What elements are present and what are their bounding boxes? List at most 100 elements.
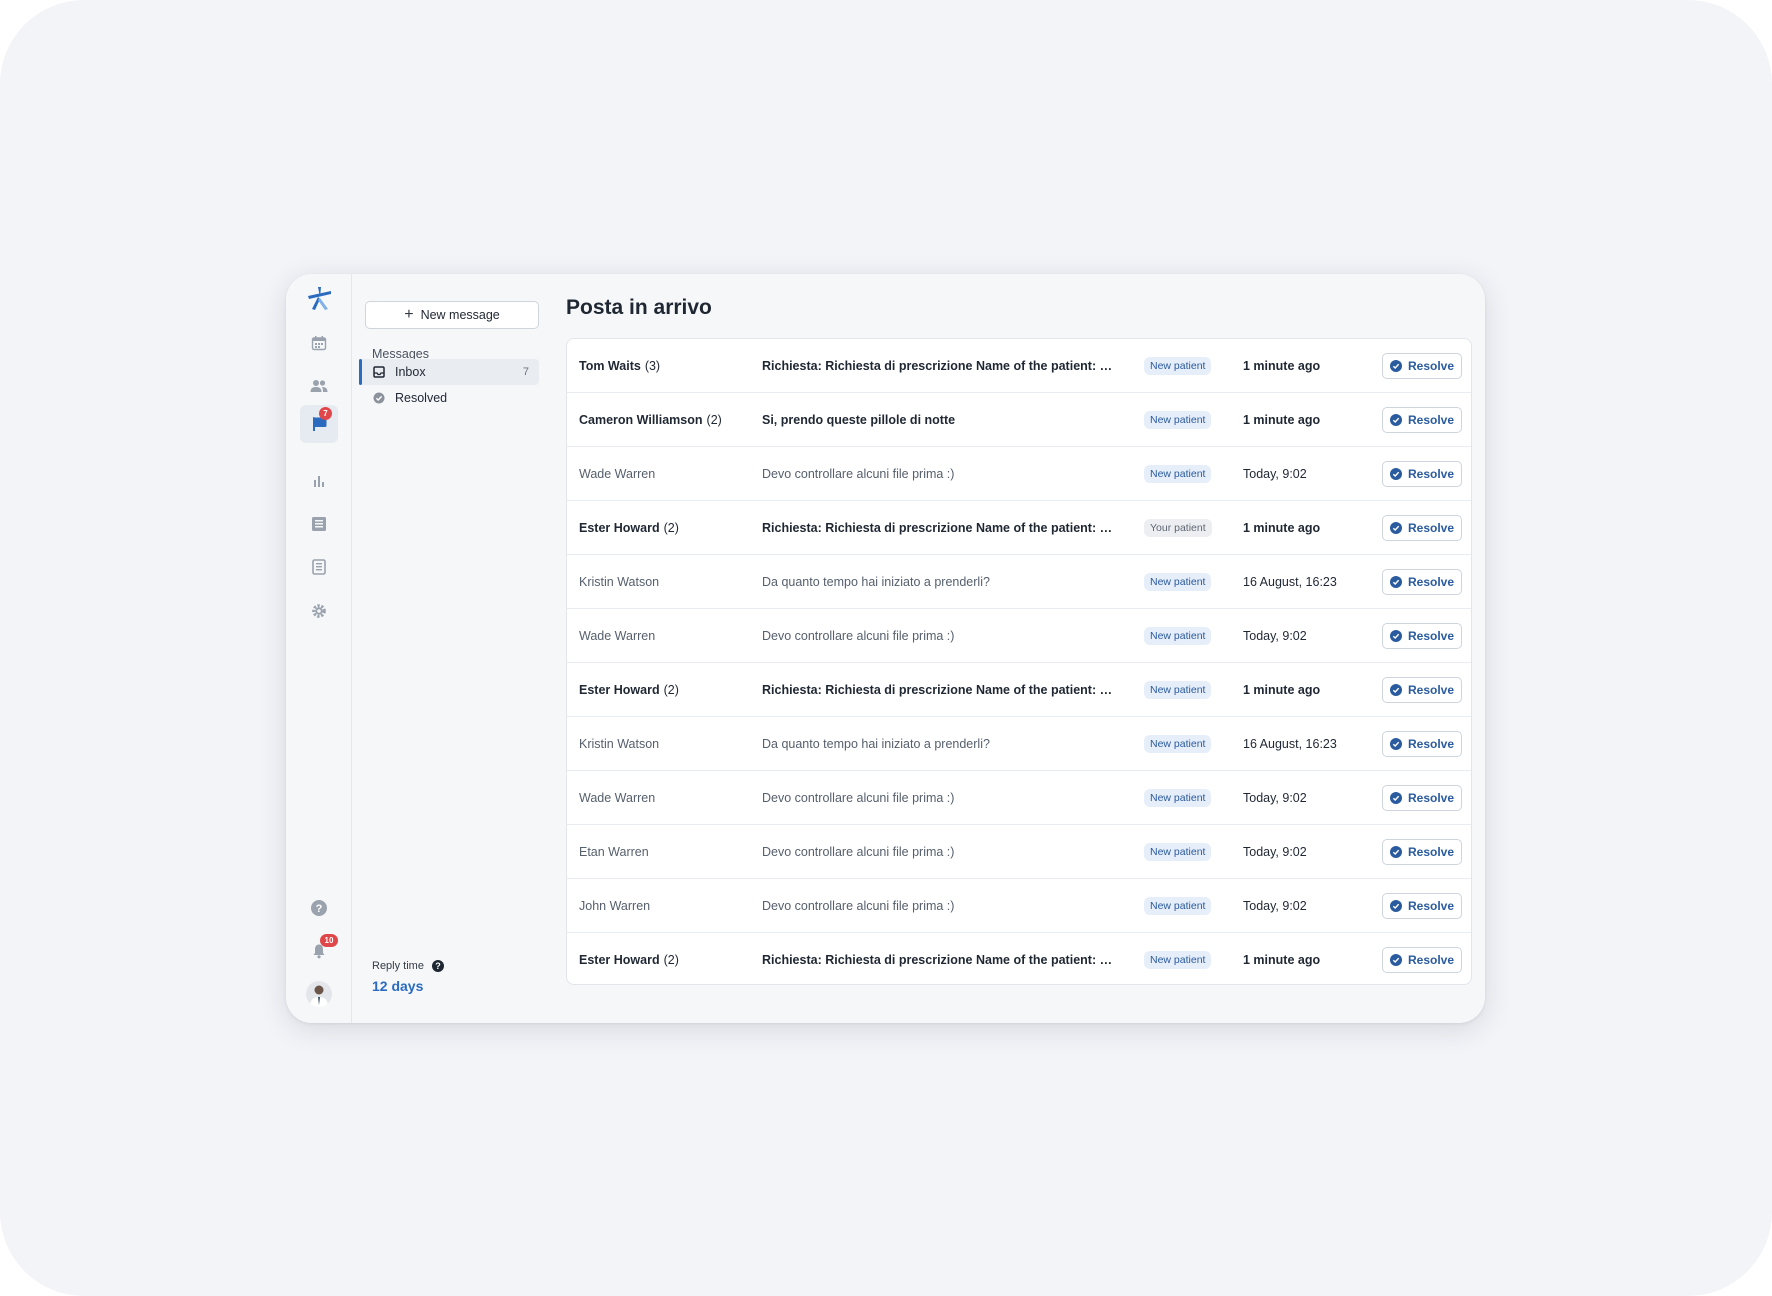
message-subject: Da quanto tempo hai iniziato a prenderli…	[762, 575, 990, 589]
action-cell: Resolve	[1382, 717, 1463, 771]
resolve-label: Resolve	[1408, 359, 1455, 373]
tag-cell: New patient	[1144, 933, 1234, 984]
patient-tag: New patient	[1144, 735, 1212, 753]
message-subject: Da quanto tempo hai iniziato a prenderli…	[762, 737, 990, 751]
sender-name: Cameron Williamson	[579, 413, 703, 427]
table-row[interactable]: Tom Waits (3) Richiesta: Richiesta di pres…	[567, 339, 1471, 393]
sidebar-item-inbox[interactable]: Inbox 7	[359, 359, 539, 385]
new-message-button[interactable]: + New message	[365, 301, 539, 329]
table-row[interactable]: Kristin Watson Da quanto tempo hai inizia…	[567, 555, 1471, 609]
table-row[interactable]: Ester Howard (2) Richiesta: Richiesta di p…	[567, 933, 1471, 984]
resolve-button[interactable]: Resolve	[1382, 839, 1463, 865]
message-subject: Devo controllare alcuni file prima :)	[762, 899, 955, 913]
bar-chart-icon[interactable]	[300, 462, 338, 500]
page-background: 7 ? 10 + New message Messages Inbox 7 Re…	[0, 0, 1772, 1296]
tag-cell: New patient	[1144, 393, 1234, 447]
subject-cell: Devo controllare alcuni file prima :)	[762, 771, 1132, 825]
table-row[interactable]: Ester Howard (2) Richiesta: Richiesta di p…	[567, 501, 1471, 555]
tag-cell: New patient	[1144, 609, 1234, 663]
check-circle-icon	[1390, 522, 1402, 534]
subject-cell: Devo controllare alcuni file prima :)	[762, 447, 1132, 501]
messages-icon[interactable]: 7	[300, 405, 338, 443]
logo-icon[interactable]	[300, 280, 338, 318]
patient-tag: New patient	[1144, 951, 1212, 969]
avatar	[306, 981, 332, 1007]
inbox-icon	[373, 366, 387, 378]
time-cell: 1 minute ago	[1243, 393, 1363, 447]
messages-sidebar: + New message Messages Inbox 7 Resolved …	[352, 274, 546, 1023]
app-window: 7 ? 10 + New message Messages Inbox 7 Re…	[286, 274, 1485, 1023]
check-circle-icon	[1390, 468, 1402, 480]
resolve-button[interactable]: Resolve	[1382, 731, 1463, 757]
check-circle-icon	[1390, 360, 1402, 372]
tag-cell: New patient	[1144, 555, 1234, 609]
table-row[interactable]: Wade Warren Devo controllare alcuni file …	[567, 447, 1471, 501]
resolve-button[interactable]: Resolve	[1382, 461, 1463, 487]
table-row[interactable]: Wade Warren Devo controllare alcuni file …	[567, 609, 1471, 663]
bell-icon[interactable]: 10	[300, 932, 338, 970]
message-count: (2)	[663, 953, 679, 967]
resolve-button[interactable]: Resolve	[1382, 677, 1463, 703]
resolve-button[interactable]: Resolve	[1382, 515, 1463, 541]
resolve-button[interactable]: Resolve	[1382, 407, 1463, 433]
check-circle-icon	[1390, 900, 1402, 912]
table-row[interactable]: John Warren Devo controllare alcuni file …	[567, 879, 1471, 933]
action-cell: Resolve	[1382, 879, 1463, 933]
message-time: 1 minute ago	[1243, 683, 1321, 697]
resolve-button[interactable]: Resolve	[1382, 893, 1463, 919]
sender-name-cell: Wade Warren	[579, 771, 749, 825]
message-subject: Richiesta: Richiesta di prescrizione Nam…	[762, 521, 1117, 535]
reply-time-help-icon[interactable]: ?	[431, 960, 444, 972]
message-subject: Devo controllare alcuni file prima :)	[762, 845, 955, 859]
sidebar-item-resolved[interactable]: Resolved	[359, 385, 539, 411]
notifications-badge: 10	[320, 934, 338, 947]
profile-button[interactable]	[300, 975, 338, 1013]
time-cell: 1 minute ago	[1243, 933, 1363, 984]
patient-tag: New patient	[1144, 681, 1212, 699]
message-time: Today, 9:02	[1243, 845, 1307, 859]
message-time: 1 minute ago	[1243, 359, 1321, 373]
resolve-button[interactable]: Resolve	[1382, 785, 1463, 811]
sender-name-cell: Tom Waits (3)	[579, 339, 749, 393]
subject-cell: Richiesta: Richiesta di prescrizione Nam…	[762, 339, 1132, 393]
time-cell: 16 August, 16:23	[1243, 717, 1363, 771]
subject-cell: Devo controllare alcuni file prima :)	[762, 609, 1132, 663]
resolve-button[interactable]: Resolve	[1382, 947, 1463, 973]
sender-name: Ester Howard	[579, 521, 660, 535]
calendar-icon[interactable]	[300, 324, 338, 362]
message-subject: Richiesta: Richiesta di prescrizione Nam…	[762, 683, 1117, 697]
sender-name-cell: Wade Warren	[579, 609, 749, 663]
table-row[interactable]: Ester Howard (2) Richiesta: Richiesta di p…	[567, 663, 1471, 717]
table-row[interactable]: Wade Warren Devo controllare alcuni file …	[567, 771, 1471, 825]
tag-cell: Your patient	[1144, 501, 1234, 555]
tag-cell: New patient	[1144, 339, 1234, 393]
patient-tag: New patient	[1144, 789, 1212, 807]
message-time: 1 minute ago	[1243, 413, 1321, 427]
book-icon[interactable]	[300, 548, 338, 586]
message-subject: Devo controllare alcuni file prima :)	[762, 791, 955, 805]
table-row[interactable]: Kristin Watson Da quanto tempo hai inizia…	[567, 717, 1471, 771]
resolve-button[interactable]: Resolve	[1382, 623, 1463, 649]
sender-name: Wade Warren	[579, 467, 656, 481]
message-count: (2)	[706, 413, 722, 427]
check-circle-icon	[1390, 846, 1402, 858]
table-row[interactable]: Cameron Williamson (2) Si, prendo queste p…	[567, 393, 1471, 447]
sidebar-item-label: Inbox	[395, 365, 426, 379]
gear-icon[interactable]	[300, 592, 338, 630]
check-circle-icon	[1390, 576, 1402, 588]
table-row[interactable]: Etan Warren Devo controllare alcuni file …	[567, 825, 1471, 879]
resolve-label: Resolve	[1408, 575, 1455, 589]
resolve-label: Resolve	[1408, 521, 1455, 535]
resolve-button[interactable]: Resolve	[1382, 569, 1463, 595]
sender-name: Wade Warren	[579, 629, 656, 643]
patient-tag: New patient	[1144, 897, 1212, 915]
people-icon[interactable]	[300, 367, 338, 405]
resolve-label: Resolve	[1408, 683, 1455, 697]
time-cell: Today, 9:02	[1243, 879, 1363, 933]
sender-name-cell: Kristin Watson	[579, 717, 749, 771]
sender-name: John Warren	[579, 899, 651, 913]
resolve-button[interactable]: Resolve	[1382, 353, 1463, 379]
help-icon[interactable]: ?	[300, 889, 338, 927]
document-icon[interactable]	[300, 505, 338, 543]
message-count: (3)	[644, 359, 661, 373]
